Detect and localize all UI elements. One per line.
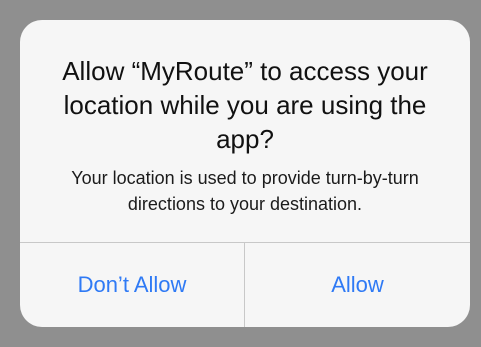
alert-message: Your location is used to provide turn-by… — [71, 168, 419, 214]
location-permission-alert: Allow “MyRoute” to access your location … — [20, 20, 470, 327]
alert-title: Allow “MyRoute” to access your location … — [62, 56, 428, 154]
allow-button[interactable]: Allow — [245, 243, 470, 327]
dont-allow-button[interactable]: Don’t Allow — [20, 243, 244, 327]
alert-content: Allow “MyRoute” to access your location … — [20, 20, 470, 242]
